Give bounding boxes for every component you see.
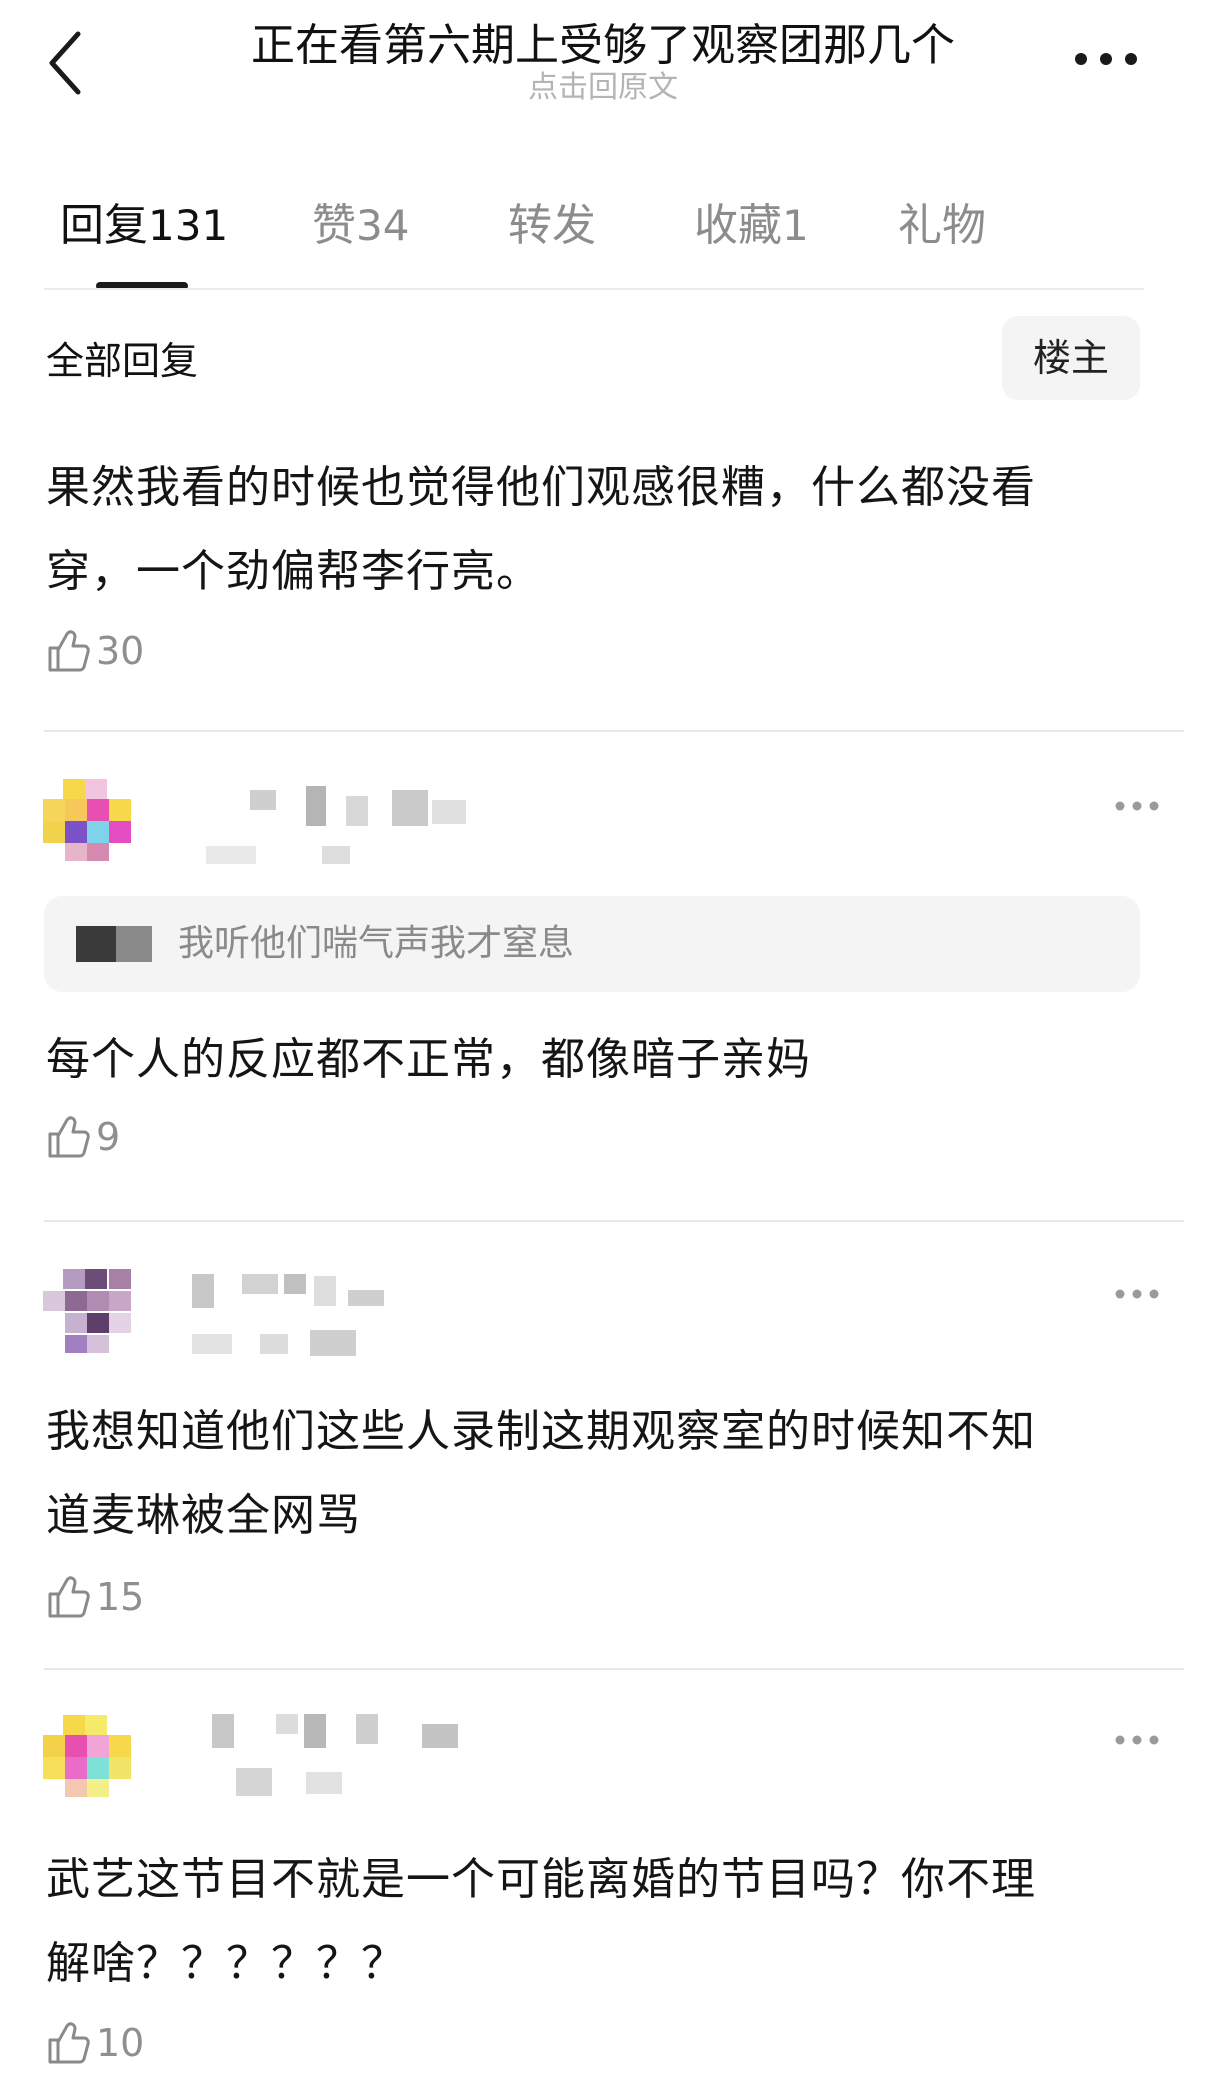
back-to-post-link[interactable]: 点击回原文: [0, 68, 1206, 108]
comment-text: 武艺这节目不就是一个可能离婚的节目吗？你不理 解啥？？？？？？: [46, 1838, 1146, 2006]
comment-meta-blurred: [206, 846, 350, 864]
comment-text: 我想知道他们这些人录制这期观察室的时候知不知 道麦琳被全网骂: [46, 1390, 1146, 1558]
comment-text-line: 果然我看的时候也觉得他们观感很糟，什么都没看: [46, 462, 1036, 513]
tab-gifts[interactable]: 礼物: [898, 196, 986, 256]
username-blurred[interactable]: [186, 1710, 486, 1754]
tab-reposts-label: 转发: [508, 200, 596, 251]
comment-text-line: 穿，一个劲偏帮李行亮。: [46, 546, 541, 597]
username-blurred[interactable]: [186, 786, 486, 830]
thumbs-up-icon: [48, 1576, 90, 1618]
tab-likes-count: 34: [356, 201, 410, 250]
all-replies-label: 全部回复: [46, 339, 199, 383]
like-count: 9: [96, 1115, 121, 1159]
more-options-icon[interactable]: [1114, 1734, 1160, 1746]
tab-replies[interactable]: 回复131: [60, 196, 228, 256]
tab-replies-count: 131: [148, 201, 229, 250]
thumbs-up-icon: [48, 2022, 90, 2064]
comment-meta-blurred: [236, 1768, 342, 1796]
user-avatar[interactable]: [38, 1264, 138, 1364]
comment-text-line: 道麦琳被全网骂: [46, 1490, 361, 1541]
like-button[interactable]: 9: [46, 1110, 120, 1164]
comment-text: 每个人的反应都不正常，都像暗子亲妈: [46, 1018, 1146, 1102]
quoted-reply-text: 我听他们喘气声我才窒息: [178, 923, 575, 964]
comment-divider: [44, 1668, 1184, 1670]
tabs-divider: [44, 288, 1144, 290]
tab-favorites[interactable]: 收藏1: [694, 196, 809, 256]
more-horizontal-icon[interactable]: [1074, 52, 1138, 66]
like-button[interactable]: 30: [46, 624, 144, 678]
comment-meta-blurred: [192, 1330, 356, 1356]
tab-favorites-label: 收藏: [694, 200, 782, 251]
thumbs-up-icon: [48, 1116, 90, 1158]
user-avatar[interactable]: [38, 774, 138, 874]
quoted-user-blurred: [76, 926, 152, 962]
user-avatar[interactable]: [38, 1710, 138, 1810]
thumbs-up-icon: [48, 630, 90, 672]
tab-likes[interactable]: 赞34: [312, 196, 409, 256]
like-button[interactable]: 10: [46, 2016, 144, 2070]
tab-reposts[interactable]: 转发: [508, 196, 596, 256]
username-blurred[interactable]: [172, 1270, 392, 1314]
comment-divider: [44, 730, 1184, 732]
like-button[interactable]: 15: [46, 1570, 144, 1624]
more-options-icon[interactable]: [1114, 800, 1160, 812]
tab-replies-label: 回复: [60, 200, 148, 251]
tab-favorites-count: 1: [782, 201, 809, 250]
more-options-icon[interactable]: [1114, 1288, 1160, 1300]
post-title: 正在看第六期上受够了观察团那几个: [251, 20, 955, 71]
like-count: 10: [96, 2021, 145, 2065]
comment-text-line: 每个人的反应都不正常，都像暗子亲妈: [46, 1034, 811, 1085]
op-filter-button[interactable]: 楼主: [1002, 316, 1140, 400]
tab-gifts-label: 礼物: [898, 200, 986, 251]
comment-text-line: 我想知道他们这些人录制这期观察室的时候知不知: [46, 1406, 1036, 1457]
like-count: 15: [96, 1575, 145, 1619]
comment-text: 果然我看的时候也觉得他们观感很糟，什么都没看 穿，一个劲偏帮李行亮。: [46, 446, 1146, 614]
comment-text-line: 解啥？？？？？？: [46, 1938, 406, 1989]
like-count: 30: [96, 629, 145, 673]
tab-likes-label: 赞: [312, 200, 356, 251]
comment-divider: [44, 1220, 1184, 1222]
comment-text-line: 武艺这节目不就是一个可能离婚的节目吗？你不理: [46, 1854, 1036, 1905]
